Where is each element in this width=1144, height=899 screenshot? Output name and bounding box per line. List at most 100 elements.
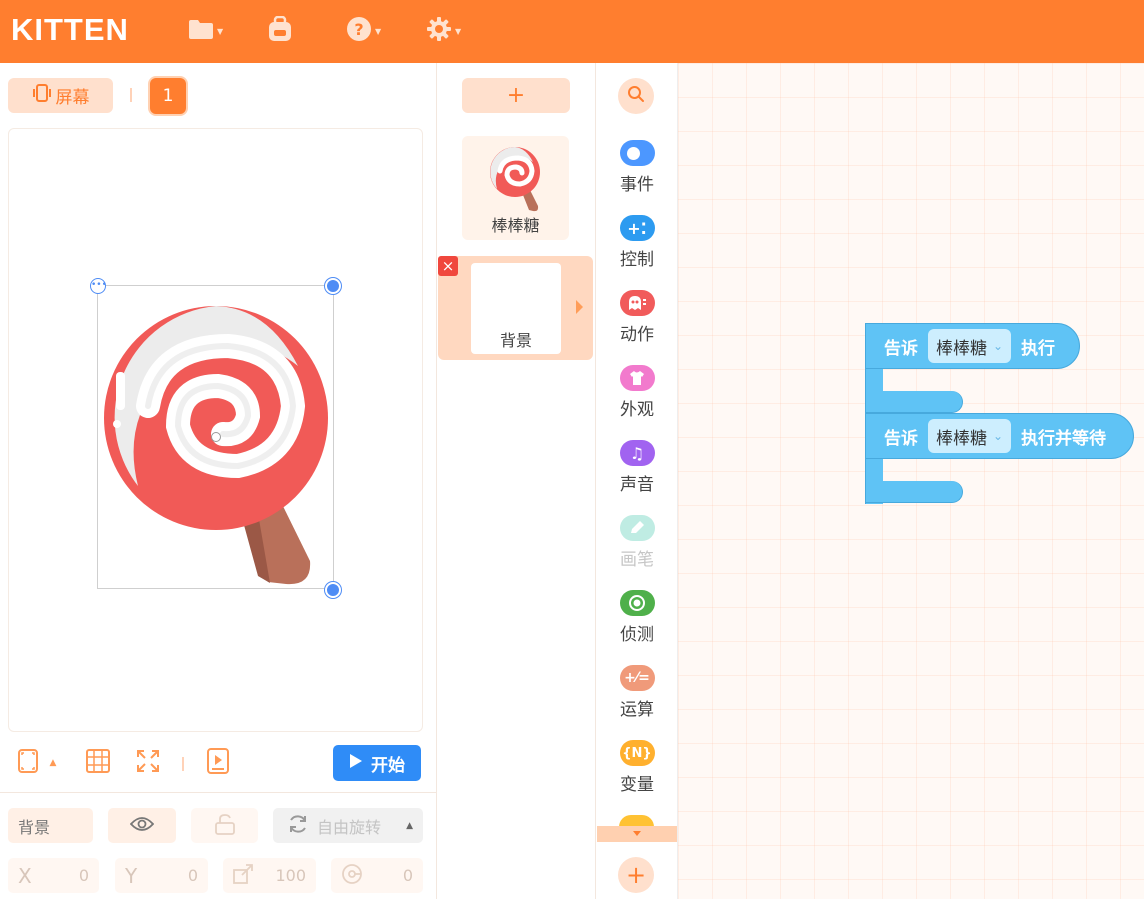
stage-size-button[interactable] [14, 749, 42, 777]
help-icon: ? [346, 16, 372, 46]
category-label: 运算 [620, 700, 654, 720]
operators-icon: +⁄= [619, 665, 655, 691]
variable-icon: {N} [619, 740, 655, 766]
start-label: 开始 [371, 755, 405, 776]
direction-value: 0 [402, 866, 413, 885]
add-extension-button[interactable]: + [618, 857, 654, 893]
block-header: 告诉 棒棒糖 ⌄ 执行并等待 [865, 413, 1134, 459]
backpack-icon [266, 15, 294, 46]
y-value: 0 [187, 866, 198, 885]
block-text: 告诉 [884, 428, 918, 449]
chevron-down-icon [633, 831, 641, 836]
y-field[interactable]: Y 0 [115, 858, 208, 893]
top-bar: KITTEN ▼ ? ▼ ▼ [0, 0, 1144, 63]
block-header: 告诉 棒棒糖 ⌄ 执行 [865, 323, 1080, 369]
lock-icon [214, 813, 236, 839]
resize-handle-icon[interactable] [325, 582, 341, 598]
stage-panel: 屏幕 1 ••• ▲ 开始 背景 自由旋转 ▲ X 0 Y 0 100 0 [0, 63, 437, 899]
phone-frame-icon [18, 749, 38, 777]
scale-field[interactable]: 100 [223, 858, 316, 893]
play-preview-button[interactable] [204, 748, 232, 777]
category-operators[interactable]: +⁄= 运算 [596, 665, 678, 737]
screen-number-button[interactable]: 1 [150, 78, 186, 114]
block-category-palette: 事件 +⁚ 控制 动作 外观 ♫ 声音 画笔 侦测 +⁄= 运算 {N} 变量 … [596, 63, 678, 899]
start-button[interactable]: 开始 [333, 745, 421, 781]
stage-toolbar: ▲ 开始 [8, 743, 423, 783]
category-pen[interactable]: 画笔 [596, 515, 678, 587]
control-icon: +⁚ [619, 215, 655, 241]
grid-toggle-button[interactable] [84, 749, 112, 777]
toggle-icon [619, 140, 655, 166]
sprite-dropdown[interactable]: 棒棒糖 ⌄ [928, 419, 1012, 453]
fullscreen-button[interactable] [134, 749, 162, 777]
sprite-center-point[interactable] [211, 432, 221, 442]
background-card[interactable]: 背景 × [438, 256, 593, 360]
rotate-handle-icon[interactable] [325, 278, 341, 294]
grid-icon [86, 749, 110, 777]
settings-menu[interactable]: ▼ [426, 16, 461, 46]
category-label: 事件 [620, 175, 654, 195]
dropdown-value: 棒棒糖 [936, 338, 987, 359]
block-text: 执行并等待 [1021, 428, 1107, 449]
file-menu[interactable]: ▼ [188, 16, 223, 46]
x-label: X [18, 863, 32, 888]
search-button[interactable] [618, 78, 654, 114]
delete-icon[interactable]: × [438, 256, 458, 276]
chevron-down-icon: ⌄ [993, 339, 1004, 353]
direction-field[interactable]: 0 [331, 858, 423, 893]
category-sensing[interactable]: 侦测 [596, 590, 678, 662]
block-text: 执行 [1021, 338, 1056, 359]
category-motion[interactable]: 动作 [596, 290, 678, 362]
category-label: 外观 [620, 400, 654, 420]
ghost-icon [619, 290, 655, 316]
lock-toggle[interactable] [191, 808, 258, 843]
category-sound[interactable]: ♫ 声音 [596, 440, 678, 512]
play-icon [349, 753, 363, 774]
chevron-up-icon[interactable]: ▲ [46, 749, 60, 777]
svg-text:?: ? [354, 20, 363, 39]
sprite-dropdown[interactable]: 棒棒糖 ⌄ [928, 329, 1012, 363]
shirt-icon [619, 365, 655, 391]
x-field[interactable]: X 0 [8, 858, 99, 893]
sprite-properties: 背景 自由旋转 ▲ X 0 Y 0 100 0 [0, 792, 436, 899]
folder-icon [188, 18, 214, 44]
scroll-down-button[interactable] [597, 826, 677, 842]
sprite-card[interactable]: 棒棒糖 [462, 136, 569, 240]
search-icon [627, 85, 645, 107]
y-label: Y [125, 863, 138, 888]
backpack-button[interactable] [266, 15, 294, 46]
scale-value: 100 [275, 866, 306, 885]
category-looks[interactable]: 外观 [596, 365, 678, 437]
stage-canvas[interactable]: ••• [8, 128, 423, 732]
music-note-icon: ♫ [619, 440, 655, 466]
category-label: 侦测 [620, 625, 654, 645]
block-footer [865, 481, 963, 503]
more-handle-icon[interactable]: ••• [90, 278, 107, 294]
category-control[interactable]: +⁚ 控制 [596, 215, 678, 287]
name-field[interactable]: 背景 [8, 808, 93, 843]
chevron-right-icon[interactable] [576, 300, 583, 314]
sensor-icon [619, 590, 655, 616]
add-sprite-button[interactable]: + [462, 78, 570, 113]
x-value: 0 [78, 866, 89, 885]
rotation-mode-select[interactable]: 自由旋转 ▲ [273, 808, 423, 843]
sprite-card-name: 棒棒糖 [491, 216, 540, 235]
category-events[interactable]: 事件 [596, 140, 678, 212]
help-menu[interactable]: ? ▼ [346, 16, 381, 46]
screen-button[interactable]: 屏幕 [8, 78, 113, 113]
chevron-down-icon: ▼ [217, 26, 224, 36]
direction-icon [341, 863, 363, 889]
divider [182, 757, 184, 771]
screen-label: 屏幕 [55, 88, 90, 108]
block-text: 告诉 [884, 338, 918, 359]
category-label: 动作 [620, 325, 654, 345]
dropdown-value: 棒棒糖 [936, 428, 987, 449]
screen-icon [32, 84, 52, 107]
block-footer [865, 391, 963, 413]
category-variables[interactable]: {N} 变量 [596, 740, 678, 812]
code-workspace[interactable]: 告诉 棒棒糖 ⌄ 执行 告诉 棒棒糖 ⌄ 执行并等待 [678, 63, 1144, 899]
category-label: 画笔 [620, 550, 654, 570]
category-label: 控制 [620, 250, 654, 270]
visibility-toggle[interactable] [108, 808, 176, 843]
settings-icon [426, 16, 452, 46]
